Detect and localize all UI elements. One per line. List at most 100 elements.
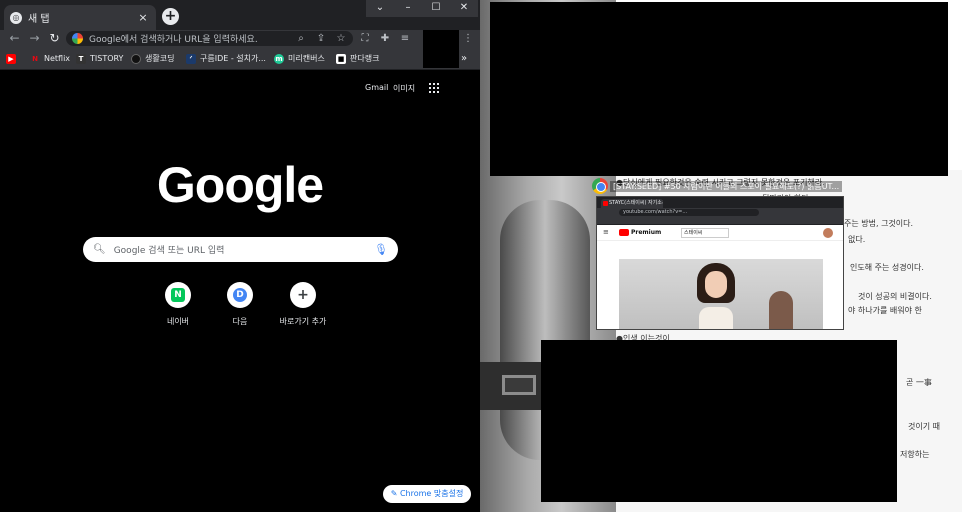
daum-icon: D bbox=[233, 288, 247, 302]
back-icon[interactable]: ← bbox=[6, 30, 23, 47]
reading-list-icon[interactable]: ≡ bbox=[398, 30, 412, 47]
mini-address-bar: youtube.com/watch?v=... bbox=[619, 209, 759, 216]
avatar bbox=[823, 228, 833, 238]
shortcut-tile: D bbox=[227, 282, 253, 308]
youtube-window-thumbnail[interactable]: STAYC(스테이씨) 자기소개 ... youtube.com/watch?v… bbox=[596, 196, 844, 330]
bookmark-label: 판다랭크 bbox=[350, 54, 380, 63]
pandarank-icon: ■ bbox=[336, 53, 346, 64]
shortcut-label: 네이버 bbox=[166, 317, 190, 326]
pencil-icon: ✎ bbox=[390, 489, 400, 498]
images-link[interactable]: 이미지 bbox=[393, 83, 415, 94]
shortcut-daum[interactable]: D 다음 bbox=[210, 282, 270, 327]
new-tab-page: Gmail 이미지 Google 🔍︎ Google 검색 또는 URL 입력 … bbox=[0, 71, 480, 512]
customize-label: Chrome 맞춤설정 bbox=[399, 489, 464, 498]
ntp-search-box[interactable]: 🔍︎ Google 검색 또는 URL 입력 🎙︎ bbox=[83, 237, 398, 262]
bookmarks-overflow-icon[interactable]: » bbox=[461, 52, 467, 65]
close-window-button[interactable]: ✕ bbox=[450, 0, 478, 17]
netflix-icon: N bbox=[32, 54, 38, 63]
toolbar: ← → ↻ Google에서 검색하거나 URL을 입력하세요. ⌕ ⇪ ☆ ⛶… bbox=[0, 30, 480, 47]
article-line: 것이기 때 bbox=[908, 422, 940, 431]
minimize-button[interactable]: – bbox=[394, 0, 422, 17]
tab-title: 새 탭 bbox=[28, 14, 50, 25]
goorm-icon: ᐟ bbox=[186, 53, 196, 64]
shortcut-naver[interactable]: N 네이버 bbox=[148, 282, 208, 327]
video-person bbox=[697, 263, 735, 329]
bookmark-label: TISTORY bbox=[90, 54, 124, 63]
screenshot-extension-icon[interactable]: ⛶ bbox=[358, 30, 372, 47]
bookmark-pandarank[interactable]: ■ 판다랭크 bbox=[336, 52, 379, 65]
bookmark-youtube[interactable]: ▶ bbox=[6, 52, 20, 65]
new-tab-button[interactable]: + bbox=[162, 8, 179, 25]
shortcut-add[interactable]: + 바로가기 추가 bbox=[273, 282, 333, 327]
redacted-area bbox=[490, 2, 948, 176]
google-g-icon bbox=[72, 33, 83, 44]
search-icon: 🔍︎ bbox=[93, 244, 106, 255]
photo-buckle bbox=[502, 375, 536, 395]
redacted-area bbox=[423, 30, 459, 68]
bookmark-saenghwal-coding[interactable]: 생활코딩 bbox=[131, 52, 174, 65]
address-bar[interactable]: Google에서 검색하거나 URL을 입력하세요. bbox=[66, 31, 353, 46]
mini-tab: STAYC(스테이씨) 자기소개 ... bbox=[601, 199, 663, 208]
youtube-search-box: 스테이씨 bbox=[681, 228, 729, 238]
article-line: 것이 성공의 비결이다. bbox=[858, 292, 932, 301]
chrome-icon bbox=[592, 178, 608, 194]
bookmark-label: 생활코딩 bbox=[145, 54, 175, 63]
menu-kebab-icon[interactable]: ⋮ bbox=[461, 30, 475, 47]
shortcut-tile: + bbox=[290, 282, 316, 308]
article-line: 인도해 주는 성경이다. bbox=[850, 263, 924, 272]
chrome-window: ◎ 새 탭 × + ⌄ – ☐ ✕ ← → ↻ Google에서 검색하거나 U… bbox=[0, 0, 480, 512]
chrome-favicon-icon: ◎ bbox=[10, 11, 22, 24]
forward-icon[interactable]: → bbox=[26, 30, 43, 47]
extensions-puzzle-icon[interactable]: ✚ bbox=[378, 30, 392, 47]
background-window: ●당신에게 필요한것은 숙련 시키고 그렇지 못한것은 포기해라. 뒤따라야 한… bbox=[480, 0, 962, 512]
shortcut-label: 바로가기 추가 bbox=[279, 317, 327, 326]
article-headline: [STAY:SEED] #50 사람이란 이들의 스포이 필요해도(?) 읽음U… bbox=[610, 181, 843, 192]
tistory-icon: T bbox=[76, 53, 86, 64]
search-placeholder: Google 검색 또는 URL 입력 bbox=[113, 246, 225, 256]
article-line: 주는 방법, 그것이다. bbox=[844, 219, 914, 228]
gmail-link[interactable]: Gmail bbox=[365, 83, 388, 92]
bookmark-label: Netflix bbox=[44, 54, 71, 63]
youtube-header: ≡ Premium 스테이씨 bbox=[597, 225, 843, 241]
youtube-icon: ▶ bbox=[6, 53, 16, 64]
bookmarks-bar: ▶ N Netflix T TISTORY 생활코딩 ᐟ 구름IDE - 설치가… bbox=[0, 47, 480, 70]
share-icon[interactable]: ⇪ bbox=[314, 30, 328, 47]
bookmark-tistory[interactable]: T TISTORY bbox=[76, 52, 123, 65]
microphone-icon[interactable]: 🎙︎ bbox=[374, 243, 388, 256]
article-line: 야 하나가를 배워야 한 bbox=[848, 306, 922, 315]
youtube-video-player bbox=[619, 259, 823, 329]
customize-chrome-button[interactable]: ✎ Chrome 맞춤설정 bbox=[383, 485, 471, 503]
bookmark-star-icon[interactable]: ☆ bbox=[334, 30, 348, 47]
plus-icon: + bbox=[297, 287, 309, 303]
naver-icon: N bbox=[171, 288, 185, 302]
address-bar-placeholder: Google에서 검색하거나 URL을 입력하세요. bbox=[89, 35, 258, 45]
bookmark-goorm-ide[interactable]: ᐟ 구름IDE - 설치가... bbox=[186, 52, 266, 65]
hamburger-menu-icon: ≡ bbox=[603, 228, 609, 236]
bookmark-label: 미리캔버스 bbox=[288, 54, 325, 63]
mini-bookmarks-bar bbox=[597, 217, 843, 225]
redacted-area bbox=[541, 340, 897, 502]
maximize-button[interactable]: ☐ bbox=[422, 0, 450, 17]
mini-toolbar: youtube.com/watch?v=... bbox=[597, 208, 843, 217]
tab-search-icon[interactable]: ⌄ bbox=[366, 0, 394, 17]
mini-tab-strip: STAYC(스테이씨) 자기소개 ... bbox=[597, 197, 843, 208]
reload-icon[interactable]: ↻ bbox=[46, 30, 63, 47]
video-background-person bbox=[769, 291, 793, 329]
bookmark-label: 구름IDE - 설치가... bbox=[200, 54, 266, 63]
shortcut-label: 다음 bbox=[232, 317, 248, 326]
bookmark-miricanvas[interactable]: m 미리캔버스 bbox=[274, 52, 325, 65]
bookmark-netflix[interactable]: N Netflix bbox=[30, 52, 70, 65]
article-line: 곧 一事 bbox=[906, 378, 932, 387]
tab-close-icon[interactable]: × bbox=[136, 11, 150, 24]
article-line: 없다. bbox=[848, 235, 866, 244]
google-apps-icon[interactable] bbox=[429, 83, 439, 93]
zoom-search-icon[interactable]: ⌕ bbox=[294, 30, 308, 47]
google-logo: Google bbox=[156, 157, 324, 213]
miricanvas-icon: m bbox=[274, 53, 284, 64]
tab-new-tab[interactable]: ◎ 새 탭 × bbox=[4, 5, 156, 30]
shortcut-tile: N bbox=[165, 282, 191, 308]
tab-strip: ◎ 새 탭 × + ⌄ – ☐ ✕ bbox=[0, 0, 480, 30]
saenghwal-icon bbox=[131, 53, 141, 64]
desktop: ◎ 새 탭 × + ⌄ – ☐ ✕ ← → ↻ Google에서 검색하거나 U… bbox=[0, 0, 962, 512]
youtube-logo-icon bbox=[619, 229, 629, 236]
